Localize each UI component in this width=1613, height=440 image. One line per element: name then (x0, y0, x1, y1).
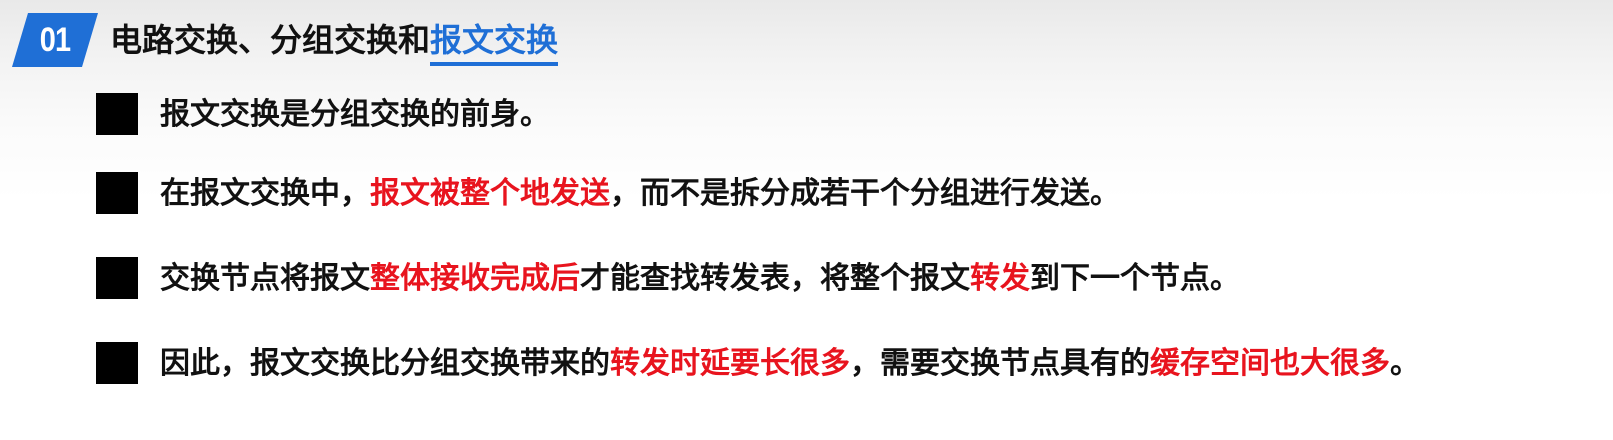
section-title-text: 电路交换、分组交换和 (110, 21, 431, 59)
bullet-highlight-span: 转发 (970, 261, 1030, 296)
bullet-highlight-span: 报文被整个地发送 (370, 176, 610, 211)
bullet-text: 交换节点将报文整体接收完成后才能查找转发表，将整个报文转发到下一个节点。 (160, 257, 1240, 301)
bullet-square-icon (96, 172, 138, 214)
bullet-text-span: 因此，报文交换比分组交换带来的 (160, 346, 610, 381)
bullet-text-span: ，需要交换节点具有的 (850, 346, 1150, 381)
section-number-badge: 01 (12, 13, 98, 67)
bullet-square-icon (96, 93, 138, 135)
bullet-text-span: 才能查找转发表，将整个报文 (580, 261, 970, 296)
bullet-square-icon (96, 257, 138, 299)
bullet-highlight-span: 缓存空间也大很多 (1150, 346, 1390, 381)
bullet-text-span: 交换节点将报文 (160, 261, 370, 296)
bullet-highlight-span: 整体接收完成后 (370, 261, 580, 296)
bullet-square-icon (96, 342, 138, 384)
section-number: 01 (39, 21, 71, 59)
bullet-text: 报文交换是分组交换的前身。 (160, 93, 550, 137)
bullet-text-span: 。 (1390, 346, 1420, 381)
bullet-text-span: 在报文交换中， (160, 176, 370, 211)
bullet-text: 在报文交换中，报文被整个地发送，而不是拆分成若干个分组进行发送。 (160, 172, 1120, 216)
bullet-text-span: 报文交换是分组交换的前身。 (160, 97, 550, 132)
bullet-text-span: ，而不是拆分成若干个分组进行发送。 (610, 176, 1120, 211)
section-header: 01 电路交换、分组交换和报文交换 (0, 0, 1613, 80)
bullet-highlight-span: 转发时延要长很多 (610, 346, 850, 381)
section-title: 电路交换、分组交换和报文交换 (110, 18, 559, 66)
bullet-text-span: 到下一个节点。 (1030, 261, 1240, 296)
bullet-text: 因此，报文交换比分组交换带来的转发时延要长很多，需要交换节点具有的缓存空间也大很… (160, 342, 1420, 386)
section-title-highlight: 报文交换 (430, 18, 559, 66)
